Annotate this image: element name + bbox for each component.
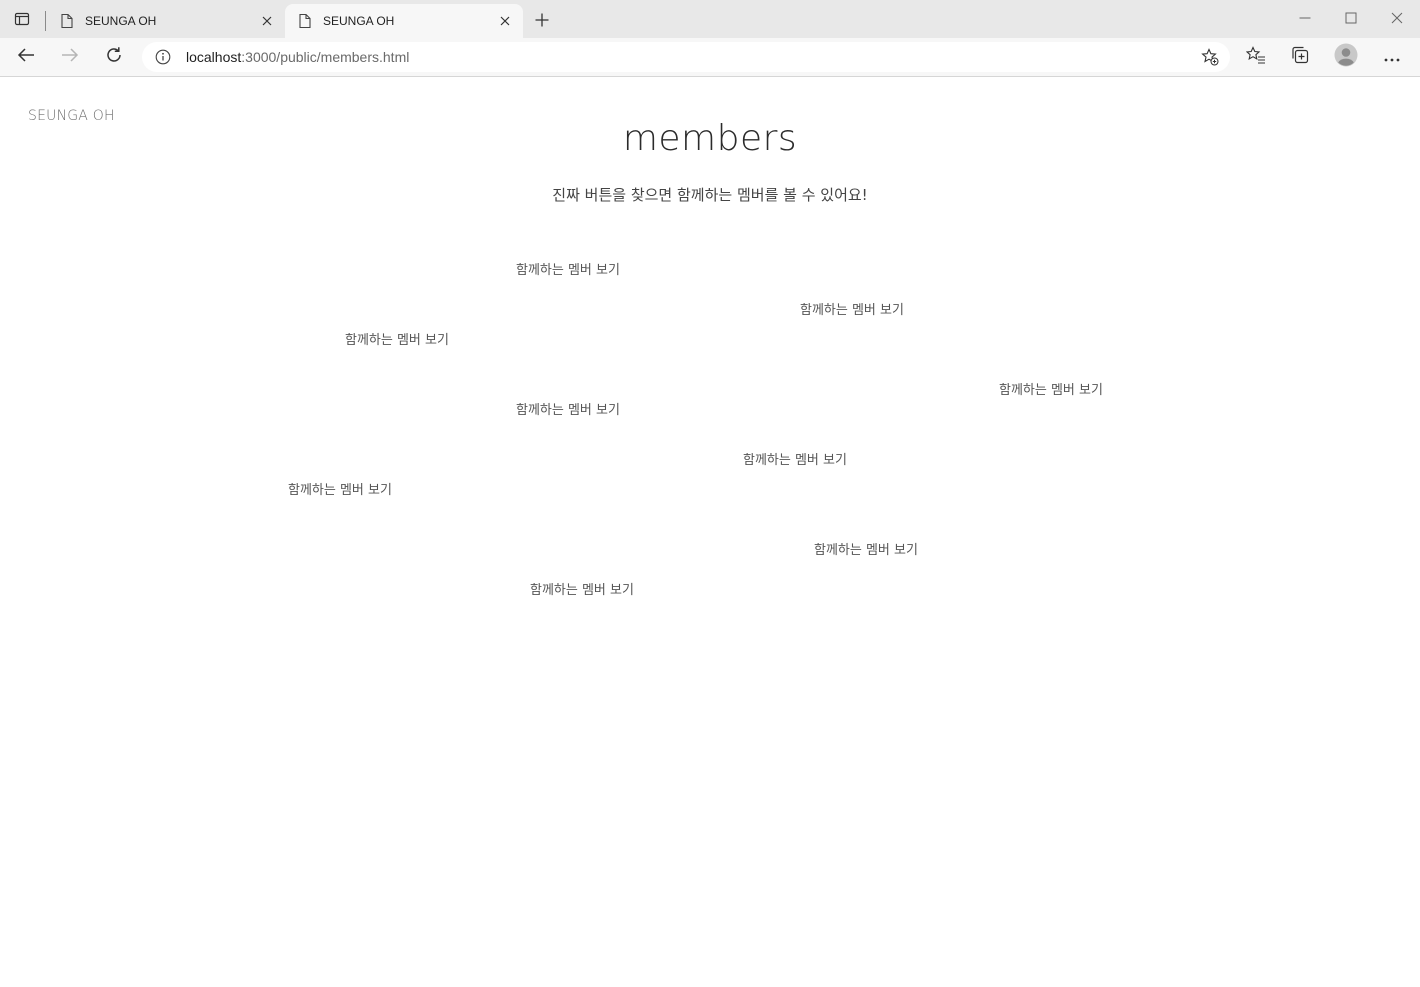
more-button[interactable] <box>1378 43 1406 71</box>
minimize-button[interactable] <box>1282 4 1328 32</box>
new-tab-button[interactable] <box>530 9 554 33</box>
maximize-icon <box>1345 9 1357 28</box>
url-path: :3000/public/members.html <box>241 49 410 65</box>
tab-inactive[interactable]: SEUNGA OH <box>47 4 285 38</box>
view-members-button[interactable]: 함께하는 멤버 보기 <box>516 259 620 278</box>
page-subtitle: 진짜 버튼을 찾으면 함께하는 멤버를 볼 수 있어요! <box>552 186 868 204</box>
more-icon <box>1383 48 1401 67</box>
address-bar[interactable]: localhost:3000/public/members.html <box>142 42 1230 72</box>
url-text: localhost:3000/public/members.html <box>186 49 409 65</box>
plus-icon <box>535 12 549 31</box>
maximize-button[interactable] <box>1328 4 1374 32</box>
tab-actions-button[interactable] <box>8 8 36 34</box>
tab-actions-icon <box>14 11 30 31</box>
collections-button[interactable] <box>1286 43 1314 71</box>
view-members-button[interactable]: 함께하는 멤버 보기 <box>345 329 449 348</box>
tab-separator <box>45 11 46 31</box>
view-members-button[interactable]: 함께하는 멤버 보기 <box>999 379 1103 398</box>
minimize-icon <box>1299 9 1311 28</box>
back-button[interactable] <box>12 43 40 71</box>
favorites-icon <box>1245 46 1266 68</box>
tab-title: SEUNGA OH <box>323 14 395 28</box>
view-members-button[interactable]: 함께하는 멤버 보기 <box>530 579 634 598</box>
browser-toolbar: localhost:3000/public/members.html <box>0 38 1420 77</box>
forward-button[interactable] <box>56 43 84 71</box>
profile-icon <box>1334 43 1358 71</box>
tab-strip: SEUNGA OH SEUNGA OH <box>0 0 1420 38</box>
view-members-button[interactable]: 함께하는 멤버 보기 <box>800 299 904 318</box>
reload-button[interactable] <box>100 43 128 71</box>
favorites-button[interactable] <box>1242 43 1270 71</box>
url-host: localhost <box>186 49 242 65</box>
forward-arrow-icon <box>61 47 79 67</box>
page-icon <box>59 13 75 29</box>
reload-icon <box>105 46 123 68</box>
profile-button[interactable] <box>1332 43 1360 71</box>
page-icon <box>297 13 313 29</box>
close-icon[interactable] <box>257 11 277 31</box>
tab-active[interactable]: SEUNGA OH <box>285 4 523 38</box>
collections-icon <box>1291 46 1309 68</box>
star-plus-icon[interactable] <box>1200 47 1220 67</box>
view-members-button[interactable]: 함께하는 멤버 보기 <box>516 399 620 418</box>
page-title: members <box>622 118 798 159</box>
view-members-button[interactable]: 함께하는 멤버 보기 <box>288 479 392 498</box>
page-content: SEUNGA OH members 진짜 버튼을 찾으면 함께하는 멤버를 볼 … <box>0 77 1420 987</box>
window-close-button[interactable] <box>1374 4 1420 32</box>
close-icon[interactable] <box>495 11 515 31</box>
tab-title: SEUNGA OH <box>85 14 157 28</box>
info-icon[interactable] <box>154 48 172 66</box>
view-members-button[interactable]: 함께하는 멤버 보기 <box>743 449 847 468</box>
view-members-button[interactable]: 함께하는 멤버 보기 <box>814 539 918 558</box>
close-icon <box>1391 9 1403 28</box>
back-arrow-icon <box>17 47 35 67</box>
browser-window: SEUNGA OH SEUNGA OH localhost:3000/publi… <box>0 0 1420 987</box>
